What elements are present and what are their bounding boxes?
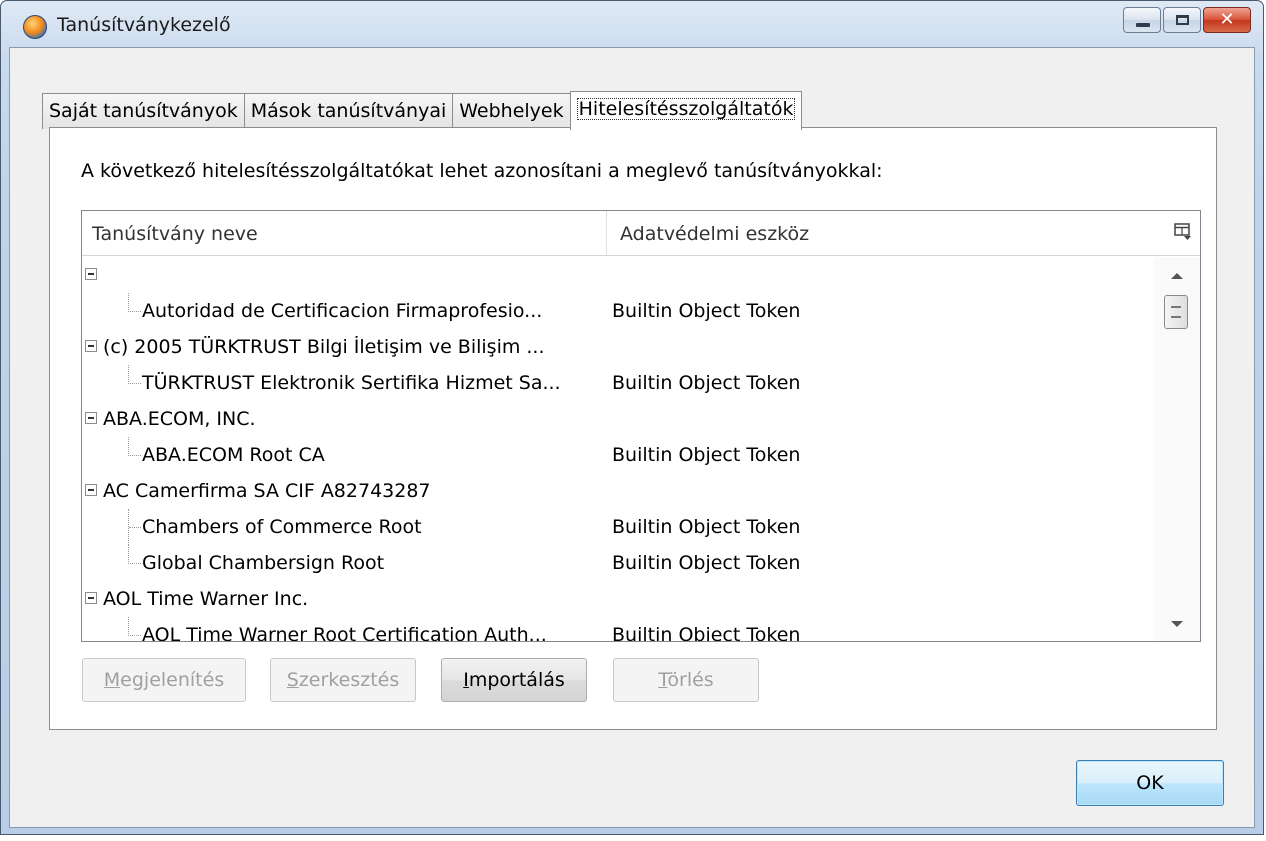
cert-name: TÜRKTRUST Elektronik Sertifika Hizmet Sa… bbox=[142, 372, 561, 394]
close-button[interactable]: ✕ bbox=[1203, 7, 1251, 33]
cert-name: AOL Time Warner Root Certification Auth.… bbox=[142, 624, 547, 642]
tab-authorities[interactable]: Hitelesítésszolgáltatók bbox=[569, 91, 803, 130]
tree-group-row[interactable]: AOL Time Warner Inc. bbox=[82, 581, 1156, 617]
column-picker-icon[interactable] bbox=[1174, 223, 1192, 241]
cert-device: Builtin Object Token bbox=[612, 552, 801, 574]
tab-strip: Saját tanúsítványok Mások tanúsítványai … bbox=[42, 91, 803, 130]
vertical-scrollbar[interactable] bbox=[1154, 257, 1200, 641]
column-separator[interactable] bbox=[606, 211, 607, 255]
cert-name: Global Chambersign Root bbox=[142, 552, 385, 574]
minimize-icon bbox=[1136, 23, 1150, 27]
tree-cert-row[interactable]: Chambers of Commerce Root Builtin Object… bbox=[82, 509, 1156, 545]
group-name: AOL Time Warner Inc. bbox=[103, 588, 309, 610]
tab-authorities-label: Hitelesítésszolgáltatók bbox=[576, 98, 796, 120]
tree-group-row[interactable]: ABA.ECOM, INC. bbox=[82, 401, 1156, 437]
tree-cert-row[interactable]: Global Chambersign Root Builtin Object T… bbox=[82, 545, 1156, 581]
cert-name: Chambers of Commerce Root bbox=[142, 516, 422, 538]
edit-label: zerkesztés bbox=[298, 669, 400, 691]
collapse-icon[interactable] bbox=[85, 484, 97, 496]
cert-device: Builtin Object Token bbox=[612, 300, 801, 322]
tree-rows: Autoridad de Certificacion Firmaprofesio… bbox=[82, 257, 1156, 642]
tree-connector bbox=[128, 545, 141, 564]
tree-connector bbox=[128, 617, 141, 636]
firefox-app-icon bbox=[23, 15, 47, 39]
cert-name: ABA.ECOM Root CA bbox=[142, 444, 325, 466]
panel-description: A következő hitelesítésszolgáltatókat le… bbox=[81, 160, 883, 182]
maximize-button[interactable] bbox=[1163, 7, 1201, 33]
group-name: AC Camerfirma SA CIF A82743287 bbox=[103, 480, 431, 502]
view-label: egjelenítés bbox=[120, 669, 225, 691]
minimize-button[interactable] bbox=[1123, 7, 1161, 33]
cert-device: Builtin Object Token bbox=[612, 372, 801, 394]
tree-cert-row[interactable]: TÜRKTRUST Elektronik Sertifika Hizmet Sa… bbox=[82, 365, 1156, 401]
certificate-tree[interactable]: Tanúsítvány neve Adatvédelmi eszköz Auto… bbox=[81, 210, 1201, 642]
scroll-up-arrow-icon[interactable] bbox=[1171, 273, 1183, 279]
collapse-icon[interactable] bbox=[85, 340, 97, 352]
scroll-down-arrow-icon[interactable] bbox=[1171, 621, 1183, 627]
tree-group-row[interactable]: AC Camerfirma SA CIF A82743287 bbox=[82, 473, 1156, 509]
tab-own-certificates[interactable]: Saját tanúsítványok bbox=[42, 93, 245, 129]
import-button[interactable]: Importálás bbox=[441, 658, 587, 702]
tab-websites[interactable]: Webhelyek bbox=[452, 93, 571, 129]
tree-group-row[interactable]: (c) 2005 TÜRKTRUST Bilgi İletişim ve Bil… bbox=[82, 329, 1156, 365]
tree-cert-row[interactable]: AOL Time Warner Root Certification Auth.… bbox=[82, 617, 1156, 642]
edit-button[interactable]: Szerkesztés bbox=[270, 658, 416, 702]
delete-label: örlés bbox=[667, 669, 714, 691]
import-label: mportálás bbox=[468, 669, 565, 691]
maximize-icon bbox=[1176, 15, 1189, 25]
tree-connector bbox=[128, 509, 141, 545]
tree-connector bbox=[128, 437, 141, 456]
cert-device: Builtin Object Token bbox=[612, 444, 801, 466]
collapse-icon[interactable] bbox=[85, 592, 97, 604]
tree-cert-row[interactable]: Autoridad de Certificacion Firmaprofesio… bbox=[82, 293, 1156, 329]
collapse-icon[interactable] bbox=[85, 268, 97, 280]
column-header-device[interactable]: Adatvédelmi eszköz bbox=[620, 223, 809, 245]
column-header-name[interactable]: Tanúsítvány neve bbox=[92, 223, 258, 245]
title-bar[interactable]: Tanúsítványkezelő ✕ bbox=[1, 1, 1263, 47]
delete-button[interactable]: Törlés bbox=[613, 658, 759, 702]
group-name: (c) 2005 TÜRKTRUST Bilgi İletişim ve Bil… bbox=[103, 336, 545, 358]
window-title: Tanúsítványkezelő bbox=[57, 14, 231, 36]
ok-button[interactable]: OK bbox=[1076, 760, 1224, 806]
tree-connector bbox=[128, 365, 141, 384]
cert-device: Builtin Object Token bbox=[612, 516, 801, 538]
view-button[interactable]: Megjelenítés bbox=[82, 658, 246, 702]
tree-header: Tanúsítvány neve Adatvédelmi eszköz bbox=[82, 211, 1200, 256]
view-accel-key: M bbox=[103, 669, 121, 691]
collapse-icon[interactable] bbox=[85, 412, 97, 424]
scroll-thumb[interactable] bbox=[1164, 295, 1188, 329]
edit-accel-key: S bbox=[286, 669, 299, 691]
tree-group-row[interactable] bbox=[82, 257, 1156, 293]
tab-others-certificates[interactable]: Mások tanúsítványai bbox=[243, 93, 454, 129]
cert-device: Builtin Object Token bbox=[612, 624, 801, 642]
tree-connector bbox=[128, 293, 141, 312]
close-icon: ✕ bbox=[1219, 9, 1235, 30]
tree-cert-row[interactable]: ABA.ECOM Root CA Builtin Object Token bbox=[82, 437, 1156, 473]
caption-buttons: ✕ bbox=[1123, 7, 1251, 33]
group-name: ABA.ECOM, INC. bbox=[103, 408, 256, 430]
cert-name: Autoridad de Certificacion Firmaprofesio… bbox=[142, 300, 543, 322]
